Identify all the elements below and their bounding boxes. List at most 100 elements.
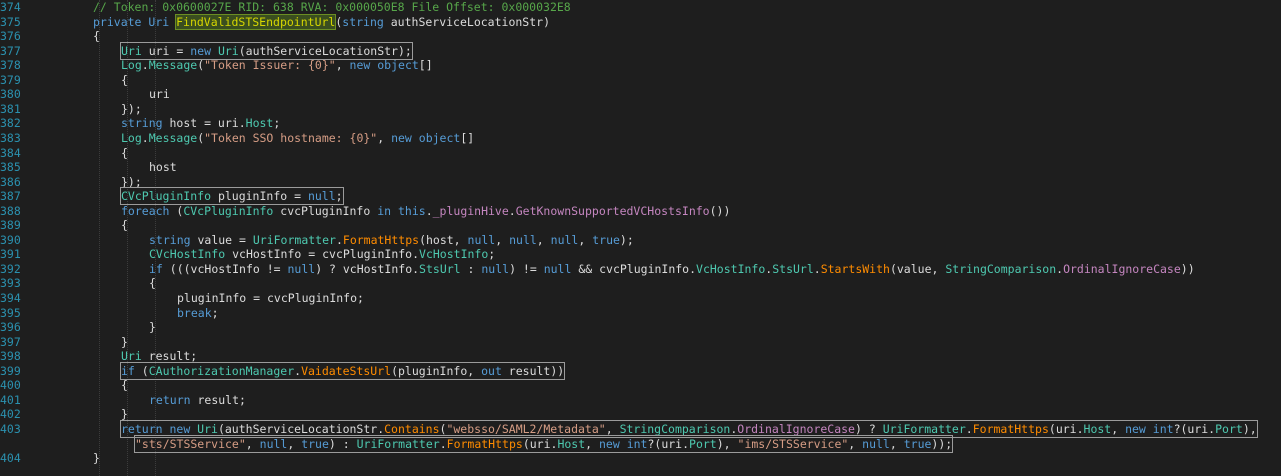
code-token: new xyxy=(349,58,378,73)
code-token: string xyxy=(149,232,198,247)
code-token: StringComparison xyxy=(619,421,731,436)
code-token: _pluginHive xyxy=(432,203,509,218)
code-token: . xyxy=(439,436,447,451)
code-token: Uri xyxy=(197,421,218,436)
code-token: foreach xyxy=(121,203,177,218)
code-token: , xyxy=(578,232,593,247)
code-token: ; xyxy=(273,116,281,131)
code-token: Uri xyxy=(217,43,239,58)
code-token: ), xyxy=(1242,421,1257,436)
code-token: result; xyxy=(197,392,246,407)
code-token: (value, xyxy=(889,261,946,276)
code-token: return xyxy=(149,392,198,407)
code-token: true xyxy=(301,436,329,451)
code-editor[interactable]: 374// Token: 0x0600027E RID: 638 RVA: 0x… xyxy=(0,0,1281,476)
code-token: value = xyxy=(197,232,253,247)
code-token: null xyxy=(481,261,510,276)
line-number: 404 xyxy=(0,451,21,466)
code-token: , xyxy=(245,436,260,451)
code-token: StartsWith xyxy=(820,261,890,276)
code-token: } xyxy=(149,320,156,335)
code-token: Uri xyxy=(148,14,177,29)
code-token: Host xyxy=(245,116,274,131)
code-token: true xyxy=(592,232,620,247)
code-token: { xyxy=(121,218,128,233)
code-token: (authServiceLocationStr); xyxy=(238,43,412,58)
code-token: pluginInfo = xyxy=(217,189,308,204)
code-token: cvcPluginInfo xyxy=(280,203,378,218)
code-token: . xyxy=(813,261,821,276)
code-token: null xyxy=(259,436,288,451)
code-token: . xyxy=(141,130,149,145)
code-token: { xyxy=(121,145,128,160)
code-token: ; xyxy=(211,305,219,320)
code-token: ?(uri. xyxy=(1173,421,1216,436)
code-token: FormatHttps xyxy=(446,436,523,451)
code-token: (authServiceLocationStr. xyxy=(217,421,385,436)
code-token: Port xyxy=(1215,421,1243,436)
code-token: null xyxy=(550,232,579,247)
code-token: in xyxy=(377,203,398,218)
code-token: int xyxy=(1152,421,1174,436)
code-token: [] xyxy=(418,58,433,73)
code-token: VcHostInfo xyxy=(419,247,489,262)
code-token: Host xyxy=(1083,421,1112,436)
code-token: Uri xyxy=(121,349,149,364)
code-token: out xyxy=(481,363,509,378)
code-token: null xyxy=(509,232,537,247)
code-token: CVcPluginInfo xyxy=(121,189,218,204)
code-token: GetKnownSupportedVCHostsInfo xyxy=(515,203,710,218)
code-token: { xyxy=(149,276,156,291)
code-token: Log xyxy=(121,58,142,73)
code-token: new xyxy=(599,436,627,451)
code-token: VcHostInfo xyxy=(696,261,766,276)
code-token: [] xyxy=(460,130,475,145)
code-token: UriFormatter xyxy=(882,421,966,436)
code-token: { xyxy=(121,72,128,87)
code-token: { xyxy=(93,29,100,44)
code-token: ?(uri. xyxy=(647,436,690,451)
code-token: host = uri. xyxy=(169,116,246,131)
code-token: ); xyxy=(619,232,634,247)
code-token: OrdinalIgnoreCase xyxy=(1063,261,1181,276)
code-token: new xyxy=(1125,421,1153,436)
code-token: ) != xyxy=(509,261,544,276)
code-token: string xyxy=(342,14,391,29)
code-token: , xyxy=(1111,421,1126,436)
code-token: int xyxy=(626,436,648,451)
code-token: this xyxy=(397,203,426,218)
code-token: . xyxy=(335,232,343,247)
code-token: OrdinalIgnoreCase xyxy=(737,421,855,436)
code-token: && cvcPluginInfo. xyxy=(571,261,697,276)
code-token: Host xyxy=(557,436,586,451)
code-token: null xyxy=(307,189,336,204)
code-token: , xyxy=(335,58,350,73)
code-token: Uri xyxy=(121,43,149,58)
code-token: // Token: 0x0600027E RID: 638 RVA: 0x000… xyxy=(93,0,571,14)
code-token: ) : xyxy=(328,436,357,451)
code-token: ), xyxy=(716,436,738,451)
code-token: ; xyxy=(488,247,496,262)
code-token: new xyxy=(190,43,218,58)
code-token: (((vcHostInfo != xyxy=(169,261,288,276)
code-token: } xyxy=(121,334,128,349)
code-token: host xyxy=(149,160,177,175)
code-token: object xyxy=(418,130,461,145)
code-token: true xyxy=(903,436,932,451)
code-token: null xyxy=(862,436,890,451)
code-token: VaidateStsUrl xyxy=(301,363,392,378)
code-token: return xyxy=(121,421,170,436)
code-line[interactable]: 404} xyxy=(0,450,1281,466)
code-token: (uri. xyxy=(522,436,558,451)
code-token: (uri. xyxy=(1048,421,1084,436)
code-token: Message xyxy=(148,58,198,73)
code-token: )); xyxy=(931,436,953,451)
code-token: FormatHttps xyxy=(342,232,420,247)
code-token: null xyxy=(287,261,316,276)
code-token: } xyxy=(121,407,128,422)
code-token: { xyxy=(121,378,128,393)
code-text[interactable]: } xyxy=(93,450,100,466)
code-token: uri xyxy=(149,87,170,102)
code-token: : xyxy=(460,261,482,276)
code-token: StringComparison xyxy=(945,261,1057,276)
